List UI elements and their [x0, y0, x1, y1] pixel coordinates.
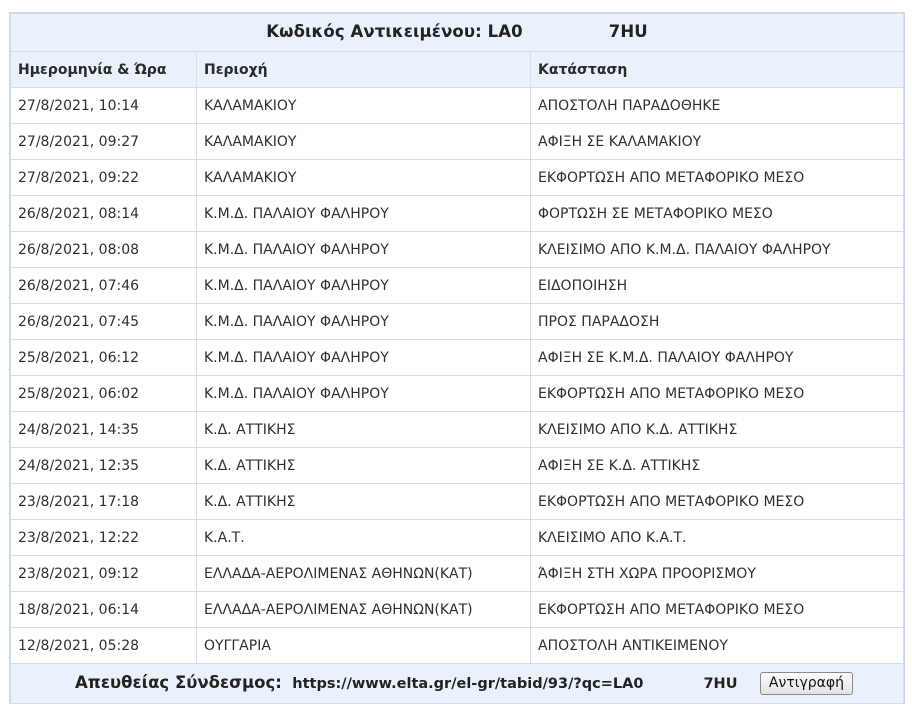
- column-header-status: Κατάσταση: [530, 51, 904, 88]
- cell-area: ΕΛΛΑΔΑ-ΑΕΡΟΛΙΜΕΝΑΣ ΑΘΗΝΩΝ(ΚΑΤ): [196, 555, 531, 592]
- direct-link-url-suffix: 7HU: [703, 675, 738, 692]
- cell-date: 24/8/2021, 14:35: [10, 411, 197, 448]
- cell-date: 26/8/2021, 07:45: [10, 303, 197, 340]
- cell-status: ΦΟΡΤΩΣΗ ΣΕ ΜΕΤΑΦΟΡΙΚΟ ΜΕΣΟ: [530, 195, 904, 232]
- cell-status: ΑΠΟΣΤΟΛΗ ΑΝΤΙΚΕΙΜΕΝΟΥ: [530, 627, 904, 664]
- cell-date: 12/8/2021, 05:28: [10, 627, 197, 664]
- cell-date: 25/8/2021, 06:02: [10, 375, 197, 412]
- cell-area: ΚΑΛΑΜΑΚΙΟΥ: [196, 159, 531, 196]
- table-row: 24/8/2021, 12:35 Κ.Δ. ΑΤΤΙΚΗΣ ΑΦΙΞΗ ΣΕ Κ.Δ…: [10, 447, 904, 484]
- cell-status: ΕΚΦΟΡΤΩΣΗ ΑΠΟ ΜΕΤΑΦΟΡΙΚΟ ΜΕΣΟ: [530, 591, 904, 628]
- cell-area: Κ.Μ.Δ. ΠΑΛΑΙΟΥ ΦΑΛΗΡΟΥ: [196, 231, 531, 268]
- cell-date: 25/8/2021, 06:12: [10, 339, 197, 376]
- cell-area: Κ.Α.Τ.: [196, 519, 531, 556]
- cell-area: Κ.Μ.Δ. ΠΑΛΑΙΟΥ ΦΑΛΗΡΟΥ: [196, 303, 531, 340]
- cell-area: ΚΑΛΑΜΑΚΙΟΥ: [196, 87, 531, 124]
- redacted-url-area: [643, 676, 703, 692]
- cell-area: Κ.Μ.Δ. ΠΑΛΑΙΟΥ ΦΑΛΗΡΟΥ: [196, 339, 531, 376]
- cell-date: 18/8/2021, 06:14: [10, 591, 197, 628]
- column-header-date: Ημερομηνία & Ώρα: [10, 51, 197, 88]
- cell-date: 27/8/2021, 09:22: [10, 159, 197, 196]
- cell-date: 23/8/2021, 12:22: [10, 519, 197, 556]
- item-code-label: Κωδικός Αντικειμένου:: [266, 22, 482, 42]
- cell-status: ΕΙΔΟΠΟΙΗΣΗ: [530, 267, 904, 304]
- cell-area: Κ.Δ. ΑΤΤΙΚΗΣ: [196, 411, 531, 448]
- table-row: 23/8/2021, 12:22 Κ.Α.Τ. ΚΛΕΙΣΙΜΟ ΑΠΟ Κ.Α.Τ…: [10, 519, 904, 556]
- cell-date: 23/8/2021, 09:12: [10, 555, 197, 592]
- table-row: 24/8/2021, 14:35 Κ.Δ. ΑΤΤΙΚΗΣ ΚΛΕΙΣΙΜΟ ΑΠΟ…: [10, 411, 904, 448]
- cell-status: ΚΛΕΙΣΙΜΟ ΑΠΟ Κ.Α.Τ.: [530, 519, 904, 556]
- table-row: 27/8/2021, 09:22 ΚΑΛΑΜΑΚΙΟΥ ΕΚΦΟΡΤΩΣΗ ΑΠΟ …: [10, 159, 904, 196]
- cell-status: ΑΠΟΣΤΟΛΗ ΠΑΡΑΔΟΘΗΚΕ: [530, 87, 904, 124]
- item-code-prefix: LA0: [487, 22, 523, 42]
- cell-area: ΟΥΓΓΑΡΙΑ: [196, 627, 531, 664]
- table-row: 26/8/2021, 07:45 Κ.Μ.Δ. ΠΑΛΑΙΟΥ ΦΑΛΗΡΟΥ ΠΡ…: [10, 303, 904, 340]
- table-row: 26/8/2021, 08:08 Κ.Μ.Δ. ΠΑΛΑΙΟΥ ΦΑΛΗΡΟΥ ΚΛ…: [10, 231, 904, 268]
- direct-link-url[interactable]: https://www.elta.gr/el-gr/tabid/93/?qc=L…: [292, 676, 737, 692]
- tracking-panel: Κωδικός Αντικειμένου: LA0 7HU Ημερομηνία …: [9, 12, 905, 704]
- column-header-row: Ημερομηνία & Ώρα Περιοχή Κατάσταση: [10, 51, 904, 88]
- cell-area: Κ.Δ. ΑΤΤΙΚΗΣ: [196, 483, 531, 520]
- table-row: 27/8/2021, 10:14 ΚΑΛΑΜΑΚΙΟΥ ΑΠΟΣΤΟΛΗ ΠΑΡΑΔ…: [10, 87, 904, 124]
- table-row: 27/8/2021, 09:27 ΚΑΛΑΜΑΚΙΟΥ ΑΦΙΞΗ ΣΕ ΚΑΛΑΜ…: [10, 123, 904, 160]
- column-header-area: Περιοχή: [196, 51, 531, 88]
- item-code-title: Κωδικός Αντικειμένου: LA0 7HU: [10, 13, 904, 52]
- cell-status: ΑΦΙΞΗ ΣΕ Κ.Δ. ΑΤΤΙΚΗΣ: [530, 447, 904, 484]
- cell-area: Κ.Μ.Δ. ΠΑΛΑΙΟΥ ΦΑΛΗΡΟΥ: [196, 195, 531, 232]
- cell-status: ΚΛΕΙΣΙΜΟ ΑΠΟ Κ.Δ. ΑΤΤΙΚΗΣ: [530, 411, 904, 448]
- direct-link-url-prefix: https://www.elta.gr/el-gr/tabid/93/?qc=L…: [292, 675, 644, 692]
- copy-button[interactable]: Αντιγραφή: [759, 672, 853, 695]
- cell-area: ΚΑΛΑΜΑΚΙΟΥ: [196, 123, 531, 160]
- cell-status: ΕΚΦΟΡΤΩΣΗ ΑΠΟ ΜΕΤΑΦΟΡΙΚΟ ΜΕΣΟ: [530, 159, 904, 196]
- table-row: 18/8/2021, 06:14 ΕΛΛΑΔΑ-ΑΕΡΟΛΙΜΕΝΑΣ ΑΘΗΝΩ…: [10, 591, 904, 628]
- table-row: 12/8/2021, 05:28 ΟΥΓΓΑΡΙΑ ΑΠΟΣΤΟΛΗ ΑΝΤΙΚΕΙ…: [10, 627, 904, 664]
- cell-date: 26/8/2021, 08:08: [10, 231, 197, 268]
- table-row: 26/8/2021, 08:14 Κ.Μ.Δ. ΠΑΛΑΙΟΥ ΦΑΛΗΡΟΥ ΦΟ…: [10, 195, 904, 232]
- cell-date: 24/8/2021, 12:35: [10, 447, 197, 484]
- cell-status: ΚΛΕΙΣΙΜΟ ΑΠΟ Κ.Μ.Δ. ΠΑΛΑΙΟΥ ΦΑΛΗΡΟΥ: [530, 231, 904, 268]
- cell-area: Κ.Μ.Δ. ΠΑΛΑΙΟΥ ΦΑΛΗΡΟΥ: [196, 375, 531, 412]
- direct-link-label: Απευθείας Σύνδεσμος:: [75, 672, 282, 692]
- redacted-code-area: [522, 22, 609, 43]
- cell-status: ΑΦΙΞΗ ΣΕ Κ.Μ.Δ. ΠΑΛΑΙΟΥ ΦΑΛΗΡΟΥ: [530, 339, 904, 376]
- cell-area: Κ.Δ. ΑΤΤΙΚΗΣ: [196, 447, 531, 484]
- direct-link-cell: Απευθείας Σύνδεσμος: https://www.elta.gr…: [10, 663, 904, 704]
- cell-status: ΕΚΦΟΡΤΩΣΗ ΑΠΟ ΜΕΤΑΦΟΡΙΚΟ ΜΕΣΟ: [530, 375, 904, 412]
- item-code-suffix: 7HU: [608, 22, 648, 42]
- table-row: 26/8/2021, 07:46 Κ.Μ.Δ. ΠΑΛΑΙΟΥ ΦΑΛΗΡΟΥ ΕΙ…: [10, 267, 904, 304]
- cell-status: ΕΚΦΟΡΤΩΣΗ ΑΠΟ ΜΕΤΑΦΟΡΙΚΟ ΜΕΣΟ: [530, 483, 904, 520]
- cell-date: 26/8/2021, 08:14: [10, 195, 197, 232]
- cell-date: 26/8/2021, 07:46: [10, 267, 197, 304]
- cell-status: ΠΡΟΣ ΠΑΡΑΔΟΣΗ: [530, 303, 904, 340]
- cell-date: 27/8/2021, 09:27: [10, 123, 197, 160]
- table-row: 25/8/2021, 06:02 Κ.Μ.Δ. ΠΑΛΑΙΟΥ ΦΑΛΗΡΟΥ ΕΚ…: [10, 375, 904, 412]
- footer-row: Απευθείας Σύνδεσμος: https://www.elta.gr…: [10, 663, 904, 704]
- table-row: 25/8/2021, 06:12 Κ.Μ.Δ. ΠΑΛΑΙΟΥ ΦΑΛΗΡΟΥ ΑΦ…: [10, 339, 904, 376]
- cell-date: 27/8/2021, 10:14: [10, 87, 197, 124]
- tracking-table: Κωδικός Αντικειμένου: LA0 7HU Ημερομηνία …: [10, 13, 904, 704]
- table-row: 23/8/2021, 17:18 Κ.Δ. ΑΤΤΙΚΗΣ ΕΚΦΟΡΤΩΣΗ ΑΠ…: [10, 483, 904, 520]
- cell-area: ΕΛΛΑΔΑ-ΑΕΡΟΛΙΜΕΝΑΣ ΑΘΗΝΩΝ(ΚΑΤ): [196, 591, 531, 628]
- cell-area: Κ.Μ.Δ. ΠΑΛΑΙΟΥ ΦΑΛΗΡΟΥ: [196, 267, 531, 304]
- title-row: Κωδικός Αντικειμένου: LA0 7HU: [10, 13, 904, 52]
- cell-status: ΑΦΙΞΗ ΣΕ ΚΑΛΑΜΑΚΙΟΥ: [530, 123, 904, 160]
- table-row: 23/8/2021, 09:12 ΕΛΛΑΔΑ-ΑΕΡΟΛΙΜΕΝΑΣ ΑΘΗΝΩ…: [10, 555, 904, 592]
- cell-date: 23/8/2021, 17:18: [10, 483, 197, 520]
- cell-status: ΆΦΙΞΗ ΣΤΗ ΧΩΡΑ ΠΡΟΟΡΙΣΜΟΥ: [530, 555, 904, 592]
